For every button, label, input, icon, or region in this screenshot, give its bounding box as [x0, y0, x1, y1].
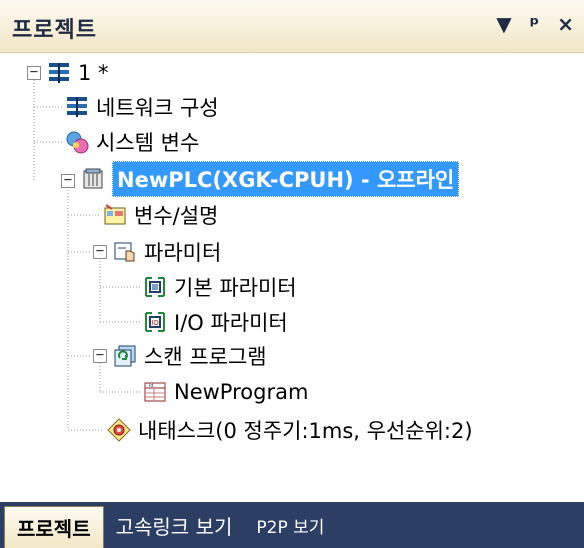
- basic-params-label: 기본 파라미터: [174, 276, 297, 300]
- network-icon: [49, 63, 69, 83]
- io-params-label: I/O 파라미터: [174, 311, 288, 335]
- root-collapse-toggle[interactable]: −: [27, 65, 41, 80]
- tree-node-scan-program[interactable]: 스캔 프로그램: [112, 339, 267, 373]
- program-icon: ld: [144, 382, 166, 402]
- tree-node-root[interactable]: 1 *: [46, 56, 109, 90]
- project-tree[interactable]: − 1 * 네트워크 구성 시스템 변수 − NewPLC(XGK-CPUH) …: [0, 52, 584, 492]
- sysvar-label: 시스템 변수: [96, 131, 200, 155]
- new-program-label: NewProgram: [174, 380, 309, 404]
- tree-node-sysvar[interactable]: 시스템 변수: [64, 125, 199, 159]
- tree-node-network[interactable]: 네트워크 구성: [64, 90, 219, 124]
- plc-label: NewPLC(XGK-CPUH) - 오프라인: [112, 161, 460, 197]
- close-icon[interactable]: ×: [557, 12, 574, 36]
- scan-program-icon: [114, 345, 136, 367]
- params-collapse-toggle[interactable]: −: [93, 244, 107, 259]
- io-parameter-icon: IO: [145, 312, 165, 332]
- scan-program-collapse-toggle[interactable]: −: [93, 348, 107, 363]
- svg-text:ld: ld: [149, 383, 154, 389]
- task-label: 내태스크(0 정주기:1ms, 우선순위:2): [138, 419, 473, 443]
- network-label: 네트워크 구성: [96, 96, 219, 120]
- tree-node-task[interactable]: 내태스크(0 정주기:1ms, 우선순위:2): [106, 413, 473, 447]
- basic-parameter-icon: [145, 277, 165, 297]
- panel-title-bar: 프로젝트 ▼ ᵖ ×: [0, 0, 584, 53]
- scan-program-label: 스캔 프로그램: [144, 345, 267, 369]
- variable-description-icon: [104, 204, 126, 225]
- network-icon: [67, 97, 87, 117]
- panel-title: 프로젝트: [12, 18, 97, 43]
- tab-p2p[interactable]: P2P 보기: [244, 502, 336, 548]
- tree-node-io-params[interactable]: IO I/O 파라미터: [142, 305, 288, 339]
- tree-node-plc[interactable]: NewPLC(XGK-CPUH) - 오프라인: [80, 161, 460, 197]
- bottom-tab-strip: 프로젝트 고속링크 보기 P2P 보기: [0, 502, 584, 548]
- plc-collapse-toggle[interactable]: −: [61, 173, 75, 188]
- plc-icon: [83, 168, 103, 189]
- tab-project[interactable]: 프로젝트: [4, 506, 104, 548]
- svg-text:IO: IO: [151, 319, 159, 327]
- tree-node-basic-params[interactable]: 기본 파라미터: [142, 270, 297, 304]
- tree-node-new-program[interactable]: ld NewProgram: [142, 375, 308, 409]
- params-label: 파라미터: [144, 241, 222, 265]
- system-variable-icon: [66, 131, 89, 154]
- dropdown-icon[interactable]: ▼: [496, 12, 511, 36]
- task-icon: [107, 418, 131, 442]
- vars-label: 변수/설명: [134, 204, 219, 228]
- tab-high-speed-link[interactable]: 고속링크 보기: [104, 502, 245, 548]
- tree-node-params[interactable]: 파라미터: [112, 235, 221, 269]
- parameter-icon: [114, 242, 135, 262]
- tree-node-vars[interactable]: 변수/설명: [102, 198, 218, 232]
- pin-icon[interactable]: ᵖ: [530, 12, 540, 36]
- panel-title-buttons: ▼ ᵖ ×: [496, 12, 574, 36]
- root-label: 1 *: [78, 61, 109, 85]
